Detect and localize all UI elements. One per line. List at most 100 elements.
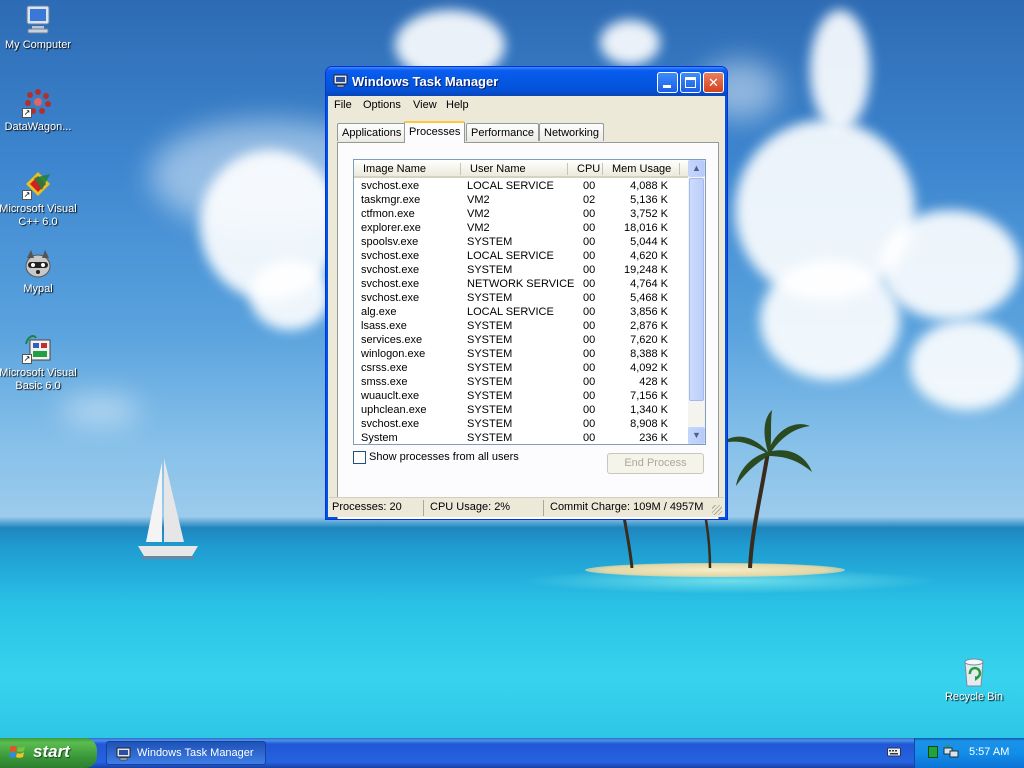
- tab-processes[interactable]: Processes: [404, 121, 466, 143]
- process-row[interactable]: System SYSTEM 00 236 K: [354, 432, 688, 444]
- process-cpu: 00: [583, 222, 596, 234]
- resize-grip[interactable]: [712, 505, 722, 515]
- menu-help[interactable]: Help: [446, 99, 469, 111]
- process-cpu: 00: [583, 278, 596, 290]
- process-row[interactable]: alg.exe LOCAL SERVICE 00 3,856 K: [354, 306, 688, 320]
- scroll-thumb[interactable]: [689, 178, 704, 401]
- process-row[interactable]: wuauclt.exe SYSTEM 00 7,156 K: [354, 390, 688, 404]
- column-image-name[interactable]: Image Name: [363, 163, 426, 175]
- show-all-users-label[interactable]: Show processes from all users: [369, 451, 519, 463]
- process-row[interactable]: explorer.exe VM2 00 18,016 K: [354, 222, 688, 236]
- desktop-icon-visual-basic[interactable]: ↗ Microsoft Visual Basic 6.0: [0, 332, 80, 393]
- process-row[interactable]: svchost.exe SYSTEM 00 5,468 K: [354, 292, 688, 306]
- desktop-icon-label: Microsoft Visual C++ 6.0: [0, 203, 77, 228]
- process-cpu: 00: [583, 236, 596, 248]
- taskbar-button-label: Windows Task Manager: [137, 747, 254, 759]
- process-cpu: 00: [583, 306, 596, 318]
- my-computer-icon: [22, 4, 54, 36]
- minimize-icon: [663, 85, 671, 88]
- process-image-name: spoolsv.exe: [361, 236, 419, 248]
- keyboard-language-icon[interactable]: [887, 746, 901, 758]
- process-cpu: 00: [583, 264, 596, 276]
- process-cpu: 00: [583, 320, 596, 332]
- column-user-name[interactable]: User Name: [470, 163, 526, 175]
- chevron-up-icon: ▲: [692, 163, 701, 173]
- desktop-icon-recycle-bin[interactable]: Recycle Bin: [932, 656, 1016, 704]
- process-mem-usage: 5,468 K: [630, 292, 668, 304]
- process-cpu: 00: [583, 390, 596, 402]
- close-button[interactable]: ✕: [703, 72, 724, 93]
- tab-performance[interactable]: Performance: [466, 123, 539, 141]
- process-row[interactable]: ctfmon.exe VM2 00 3,752 K: [354, 208, 688, 222]
- process-mem-usage: 1,340 K: [630, 404, 668, 416]
- process-user-name: SYSTEM: [467, 334, 513, 346]
- process-row[interactable]: svchost.exe LOCAL SERVICE 00 4,620 K: [354, 250, 688, 264]
- process-user-name: SYSTEM: [467, 236, 513, 248]
- process-mem-usage: 8,388 K: [630, 348, 668, 360]
- desktop-icon-label: Recycle Bin: [944, 691, 1004, 703]
- process-mem-usage: 4,088 K: [630, 180, 668, 192]
- process-image-name: svchost.exe: [361, 418, 420, 430]
- sailboat-image: [138, 458, 198, 559]
- tab-networking[interactable]: Networking: [539, 123, 605, 141]
- menu-view[interactable]: View: [413, 99, 437, 111]
- end-process-button[interactable]: End Process: [607, 453, 704, 474]
- network-tray-icon[interactable]: [943, 745, 959, 759]
- column-mem-usage[interactable]: Mem Usage: [612, 163, 671, 175]
- process-row[interactable]: spoolsv.exe SYSTEM 00 5,044 K: [354, 236, 688, 250]
- minimize-button[interactable]: [657, 72, 678, 93]
- process-mem-usage: 5,136 K: [630, 194, 668, 206]
- process-row[interactable]: lsass.exe SYSTEM 00 2,876 K: [354, 320, 688, 334]
- process-user-name: NETWORK SERVICE: [467, 278, 575, 290]
- process-row[interactable]: svchost.exe SYSTEM 00 19,248 K: [354, 264, 688, 278]
- process-user-name: SYSTEM: [467, 376, 513, 388]
- tab-applications[interactable]: Applications: [337, 123, 407, 141]
- process-row[interactable]: taskmgr.exe VM2 02 5,136 K: [354, 194, 688, 208]
- process-row[interactable]: services.exe SYSTEM 00 7,620 K: [354, 334, 688, 348]
- process-image-name: taskmgr.exe: [361, 194, 421, 206]
- task-manager-tray-icon[interactable]: [928, 746, 938, 758]
- process-list-scrollbar[interactable]: ▲ ▼: [688, 160, 705, 444]
- process-row[interactable]: smss.exe SYSTEM 00 428 K: [354, 376, 688, 390]
- process-user-name: SYSTEM: [467, 348, 513, 360]
- taskbar-button-task-manager[interactable]: Windows Task Manager: [106, 741, 266, 765]
- process-image-name: services.exe: [361, 334, 423, 346]
- process-image-name: svchost.exe: [361, 250, 420, 262]
- process-user-name: VM2: [467, 222, 490, 234]
- clock[interactable]: 5:57 AM: [969, 746, 1009, 758]
- column-cpu[interactable]: CPU: [577, 163, 600, 175]
- process-row[interactable]: csrss.exe SYSTEM 00 4,092 K: [354, 362, 688, 376]
- desktop-icon-visual-cpp[interactable]: ↗ Microsoft Visual C++ 6.0: [0, 168, 80, 229]
- process-row[interactable]: svchost.exe NETWORK SERVICE 00 4,764 K: [354, 278, 688, 292]
- process-user-name: LOCAL SERVICE: [467, 250, 554, 262]
- process-mem-usage: 236 K: [639, 432, 668, 444]
- process-row[interactable]: winlogon.exe SYSTEM 00 8,388 K: [354, 348, 688, 362]
- process-cpu: 00: [583, 334, 596, 346]
- desktop-icon-datawagon[interactable]: ↗ DataWagon...: [0, 86, 80, 134]
- menu-file[interactable]: File: [334, 99, 352, 111]
- process-mem-usage: 2,876 K: [630, 320, 668, 332]
- process-list[interactable]: Image Name User Name CPU Mem Usage svcho…: [353, 159, 706, 445]
- task-manager-icon: [116, 747, 131, 761]
- task-manager-window: Windows Task Manager ✕ File Options View…: [325, 66, 728, 520]
- process-mem-usage: 3,752 K: [630, 208, 668, 220]
- process-mem-usage: 7,620 K: [630, 334, 668, 346]
- menu-options[interactable]: Options: [363, 99, 401, 111]
- title-bar[interactable]: Windows Task Manager ✕: [326, 67, 727, 96]
- process-row[interactable]: uphclean.exe SYSTEM 00 1,340 K: [354, 404, 688, 418]
- system-tray: 5:57 AM: [914, 738, 1024, 768]
- desktop-icon-my-computer[interactable]: My Computer: [0, 4, 80, 52]
- process-row[interactable]: svchost.exe LOCAL SERVICE 00 4,088 K: [354, 180, 688, 194]
- windows-logo-icon: [9, 745, 27, 761]
- show-all-users-checkbox[interactable]: [353, 451, 366, 464]
- desktop-icon-mypal[interactable]: Mypal: [0, 248, 80, 296]
- chevron-down-icon: ▼: [692, 430, 701, 440]
- scroll-down-button[interactable]: ▼: [688, 427, 705, 444]
- maximize-icon: [685, 77, 696, 88]
- maximize-button[interactable]: [680, 72, 701, 93]
- scroll-up-button[interactable]: ▲: [688, 160, 705, 177]
- process-row[interactable]: svchost.exe SYSTEM 00 8,908 K: [354, 418, 688, 432]
- recycle-bin-icon: [958, 656, 990, 688]
- start-button[interactable]: start: [0, 738, 97, 768]
- process-image-name: uphclean.exe: [361, 404, 427, 416]
